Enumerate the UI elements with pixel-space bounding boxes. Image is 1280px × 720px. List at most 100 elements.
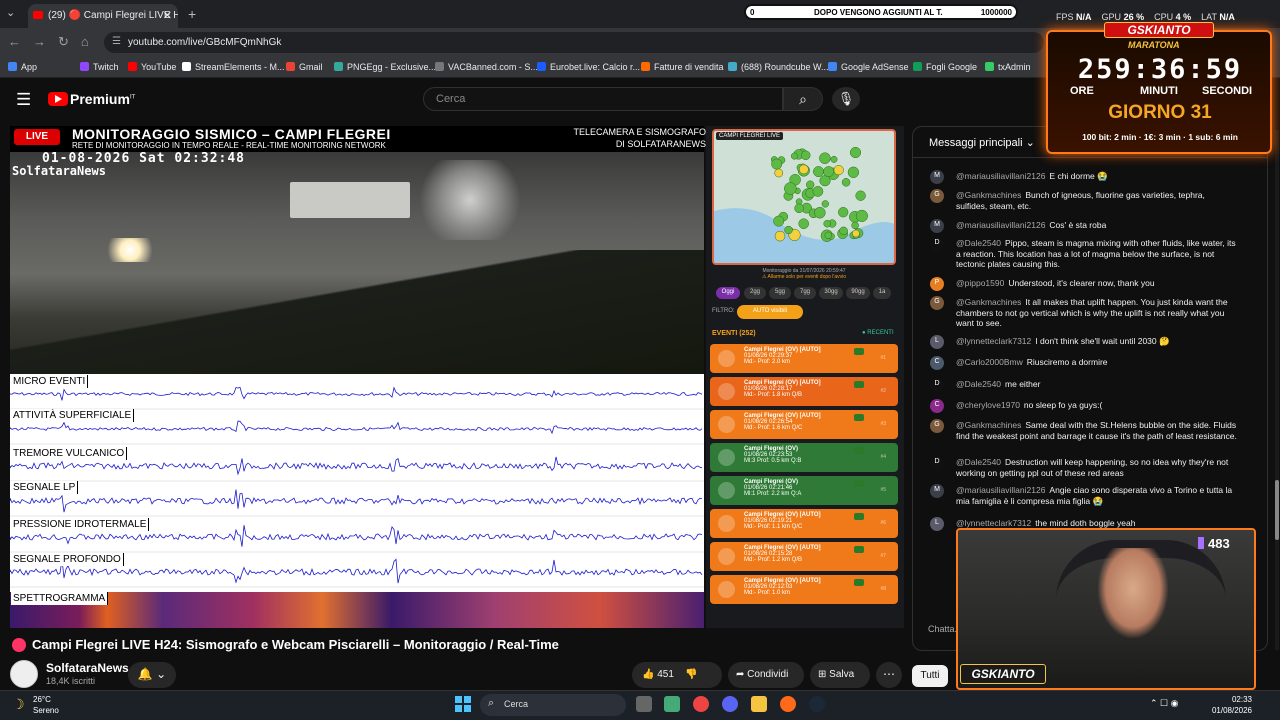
save-button[interactable]: ⊞ Salva: [810, 662, 870, 688]
youtube-logo-icon[interactable]: [48, 92, 68, 106]
task-view-icon[interactable]: [636, 696, 652, 712]
event-card[interactable]: Campi Flegrei (OV) [AUTO] 01/08/26 02:29:…: [710, 344, 898, 373]
like-button[interactable]: 👍 451 👎: [632, 662, 722, 688]
earthquake-marker[interactable]: [784, 225, 793, 235]
event-card[interactable]: Campi Flegrei (OV) [AUTO] 01/08/26 02:19:…: [710, 509, 898, 538]
firefox-icon[interactable]: [780, 696, 796, 712]
chat-mode-dropdown[interactable]: Messaggi principali ⌄: [929, 136, 1035, 149]
steam-icon[interactable]: [809, 696, 825, 712]
chat-avatar[interactable]: L: [930, 517, 944, 531]
chat-avatar[interactable]: M: [930, 484, 944, 498]
earthquake-marker[interactable]: [851, 221, 859, 230]
discord-icon[interactable]: [722, 696, 738, 712]
earthquake-marker[interactable]: [800, 150, 811, 161]
chrome-icon[interactable]: [693, 696, 709, 712]
chat-avatar[interactable]: L: [930, 335, 944, 349]
earthquake-marker[interactable]: [855, 209, 868, 222]
filter-2gg[interactable]: 2gg: [744, 287, 766, 299]
earthquake-marker[interactable]: [838, 207, 849, 218]
close-tab-icon[interactable]: ✕: [163, 9, 172, 22]
earthquake-marker[interactable]: [841, 178, 851, 187]
earthquake-marker[interactable]: [784, 182, 797, 195]
bookmark-item[interactable]: YouTube: [128, 62, 176, 72]
store-icon[interactable]: [664, 696, 680, 712]
auto-visible-toggle[interactable]: AUTO visibili: [737, 305, 803, 319]
filter-30gg[interactable]: 30gg: [819, 287, 843, 299]
earthquake-marker[interactable]: [847, 166, 860, 178]
chat-avatar[interactable]: D: [930, 456, 944, 470]
channel-avatar[interactable]: [10, 660, 38, 688]
filter-7gg[interactable]: 7gg: [794, 287, 816, 299]
filter-oggi[interactable]: Oggi: [716, 287, 740, 299]
chat-avatar[interactable]: G: [930, 189, 944, 203]
search-icon[interactable]: ⌕: [783, 87, 823, 111]
earthquake-marker[interactable]: [806, 180, 815, 189]
chat-avatar[interactable]: G: [930, 419, 944, 433]
earthquake-marker[interactable]: [821, 200, 829, 208]
earthquake-marker[interactable]: [830, 155, 838, 163]
more-actions-icon[interactable]: ⋯: [876, 662, 902, 688]
event-card[interactable]: Campi Flegrei (OV) 01/08/26 02:21:46 Ml:1 …: [710, 476, 898, 505]
chat-avatar[interactable]: G: [930, 296, 944, 310]
earthquake-marker[interactable]: [790, 152, 798, 160]
filter-1a[interactable]: 1a: [873, 287, 891, 299]
event-card[interactable]: Campi Flegrei (OV) [AUTO] 01/08/26 02:28:…: [710, 377, 898, 406]
earthquake-marker[interactable]: [823, 219, 831, 228]
bookmark-item[interactable]: Fogli Google: [913, 62, 977, 72]
bookmark-item[interactable]: PNGEgg - Exclusive...: [334, 62, 436, 72]
earthquake-marker[interactable]: [773, 215, 785, 227]
earthquake-marker[interactable]: [774, 230, 786, 242]
earthquake-marker[interactable]: [819, 152, 831, 164]
earthquake-marker[interactable]: [849, 146, 862, 159]
filter-90gg[interactable]: 90gg: [846, 287, 870, 299]
earthquake-marker[interactable]: [798, 164, 809, 175]
windows-start-icon[interactable]: [455, 696, 471, 712]
chat-scrollbar-thumb[interactable]: [1275, 480, 1279, 540]
hamburger-menu-icon[interactable]: ☰: [16, 90, 31, 110]
earthquake-marker[interactable]: [813, 166, 824, 178]
chat-avatar[interactable]: C: [930, 399, 944, 413]
bookmark-item[interactable]: Google AdSense: [828, 62, 909, 72]
earthquake-marker[interactable]: [798, 218, 809, 229]
bookmark-item[interactable]: App: [8, 62, 37, 72]
bookmark-item[interactable]: Eurobet.live: Calcio r...: [537, 62, 640, 72]
event-card[interactable]: Campi Flegrei (OV) [AUTO] 01/08/26 02:12:…: [710, 575, 898, 604]
microphone-icon[interactable]: 🎙: [832, 87, 860, 111]
taskbar-search[interactable]: ⌕ Cerca: [480, 694, 626, 716]
bookmark-item[interactable]: VACBanned.com - S...: [435, 62, 538, 72]
earthquake-marker[interactable]: [814, 206, 826, 219]
bookmark-item[interactable]: Gmail: [286, 62, 323, 72]
chat-avatar[interactable]: M: [930, 219, 944, 233]
bookmark-item[interactable]: StreamElements - M...: [182, 62, 285, 72]
chat-avatar[interactable]: D: [930, 237, 944, 251]
new-tab-icon[interactable]: +: [188, 6, 196, 22]
filter-chip-tutti[interactable]: Tutti: [912, 665, 948, 687]
tab-list-icon[interactable]: ⌄: [6, 6, 15, 19]
earthquake-marker[interactable]: [855, 190, 866, 201]
chat-avatar[interactable]: C: [930, 356, 944, 370]
filter-5gg[interactable]: 5gg: [769, 287, 791, 299]
url-field[interactable]: ☰ youtube.com/live/GBcMFQmNhGk: [104, 32, 1044, 53]
event-card[interactable]: Campi Flegrei (OV) [AUTO] 01/08/26 02:15:…: [710, 542, 898, 571]
chat-avatar[interactable]: P: [930, 277, 944, 291]
system-tray-icons[interactable]: ⌃ ☐ ◉: [1150, 698, 1178, 709]
browser-tab[interactable]: (29) 🔴 Campi Flegrei LIVE H24 ✕: [28, 4, 178, 28]
event-card[interactable]: Campi Flegrei (OV) [AUTO] 01/08/26 02:26:…: [710, 410, 898, 439]
earthquake-marker[interactable]: [852, 229, 860, 238]
earthquake-marker[interactable]: [839, 226, 848, 236]
site-info-icon[interactable]: ☰: [112, 36, 121, 47]
earthquake-marker[interactable]: [823, 166, 835, 178]
chat-scrollbar[interactable]: [1275, 130, 1279, 650]
earthquake-marker[interactable]: [771, 158, 783, 170]
bookmark-item[interactable]: txAdmin: [985, 62, 1031, 72]
nav-buttons[interactable]: ←→↻⌂: [8, 34, 101, 50]
youtube-premium-logo[interactable]: PremiumIT: [70, 91, 135, 107]
earthquake-marker[interactable]: [833, 165, 844, 176]
notification-bell-button[interactable]: 🔔 ⌄: [128, 662, 176, 688]
channel-name[interactable]: SolfataraNews: [46, 661, 129, 675]
bookmark-item[interactable]: Twitch: [80, 62, 119, 72]
bookmark-item[interactable]: Fatture di vendita: [641, 62, 724, 72]
system-clock[interactable]: 02:33 01/08/2026: [1196, 694, 1252, 716]
chat-avatar[interactable]: M: [930, 170, 944, 184]
earthquake-marker[interactable]: [812, 186, 824, 197]
